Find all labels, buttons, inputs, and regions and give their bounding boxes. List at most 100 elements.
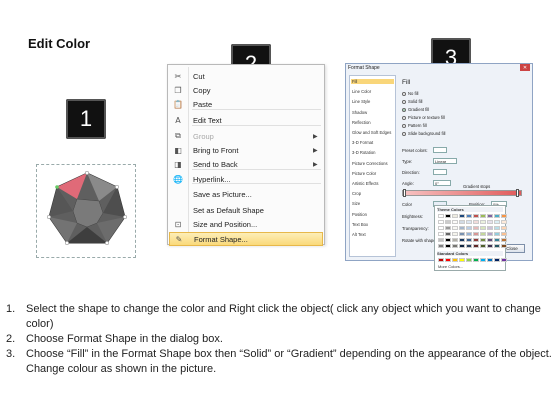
color-swatch[interactable] [445, 226, 451, 230]
category-3-d-format[interactable]: 3-D Format [352, 140, 373, 145]
close-icon[interactable]: ✕ [520, 64, 530, 71]
color-swatch[interactable] [452, 226, 458, 230]
color-swatch[interactable] [459, 244, 465, 248]
color-swatch[interactable] [466, 258, 472, 262]
color-swatch[interactable] [438, 226, 444, 230]
color-swatch[interactable] [459, 232, 465, 236]
color-swatch[interactable] [445, 244, 451, 248]
radio-no-fill[interactable]: No fill [402, 91, 418, 96]
category-reflection[interactable]: Reflection [352, 120, 371, 125]
color-swatch[interactable] [445, 258, 451, 262]
color-swatch[interactable] [452, 232, 458, 236]
category-glow-and-soft-edges[interactable]: Glow and Soft Edges [352, 130, 391, 135]
color-swatch[interactable] [480, 232, 486, 236]
type-dropdown[interactable]: Linear [433, 158, 457, 164]
color-swatch[interactable] [466, 244, 472, 248]
gradient-stop-handle[interactable] [516, 189, 519, 197]
color-swatch[interactable] [438, 220, 444, 224]
color-swatch[interactable] [494, 244, 500, 248]
color-swatch[interactable] [480, 238, 486, 242]
radio-solid-fill[interactable]: Solid fill [402, 99, 422, 104]
category-crop[interactable]: Crop [352, 191, 361, 196]
color-swatch[interactable] [452, 214, 458, 218]
color-swatch[interactable] [501, 220, 507, 224]
color-swatch[interactable] [501, 232, 507, 236]
color-swatch[interactable] [438, 214, 444, 218]
color-swatch[interactable] [494, 214, 500, 218]
preset-colors-dropdown[interactable] [433, 147, 447, 153]
color-swatch[interactable] [452, 258, 458, 262]
color-swatch[interactable] [452, 238, 458, 242]
color-swatch[interactable] [494, 220, 500, 224]
color-swatch[interactable] [473, 244, 479, 248]
color-swatch[interactable] [487, 244, 493, 248]
menu-item-format-shape[interactable]: ✎ Format Shape... [169, 232, 323, 246]
menu-item-set-as-default-shape[interactable]: Set as Default Shape [169, 203, 323, 217]
category-picture-corrections[interactable]: Picture Corrections [352, 161, 388, 166]
menu-item-bring-to-front[interactable]: ◧ Bring to Front ▶ [169, 143, 323, 157]
color-swatch[interactable] [466, 238, 472, 242]
color-swatch[interactable] [438, 232, 444, 236]
color-swatch[interactable] [487, 226, 493, 230]
color-swatch[interactable] [452, 220, 458, 224]
color-swatch[interactable] [466, 232, 472, 236]
category-3-d-rotation[interactable]: 3-D Rotation [352, 150, 376, 155]
menu-item-group[interactable]: ⧉ Group ▶ [169, 129, 323, 143]
color-swatch[interactable] [494, 232, 500, 236]
category-picture-color[interactable]: Picture Color [352, 171, 376, 176]
more-colors-link[interactable]: More Colors... [438, 264, 463, 269]
color-swatch[interactable] [445, 232, 451, 236]
color-swatch[interactable] [501, 214, 507, 218]
color-swatch[interactable] [487, 238, 493, 242]
color-swatch[interactable] [501, 238, 507, 242]
color-swatch[interactable] [480, 220, 486, 224]
color-swatch[interactable] [466, 220, 472, 224]
category-size[interactable]: Size [352, 201, 360, 206]
color-swatch[interactable] [480, 214, 486, 218]
menu-item-cut[interactable]: ✂ Cut [169, 69, 323, 83]
color-swatch[interactable] [487, 258, 493, 262]
color-swatch[interactable] [459, 226, 465, 230]
menu-item-copy[interactable]: ❐ Copy [169, 83, 323, 97]
color-swatch[interactable] [473, 214, 479, 218]
menu-item-size-and-position[interactable]: ⊡ Size and Position... [169, 217, 323, 231]
color-swatch[interactable] [473, 258, 479, 262]
color-swatch[interactable] [445, 220, 451, 224]
category-position[interactable]: Position [352, 212, 367, 217]
color-swatch[interactable] [501, 226, 507, 230]
color-swatch[interactable] [452, 244, 458, 248]
color-swatch[interactable] [459, 220, 465, 224]
category-artistic-effects[interactable]: Artistic Effects [352, 181, 378, 186]
color-swatch[interactable] [445, 214, 451, 218]
color-swatch[interactable] [480, 244, 486, 248]
gradient-stops-bar[interactable] [402, 190, 522, 196]
menu-item-save-as-picture[interactable]: Save as Picture... [169, 187, 323, 201]
selected-shape-frame[interactable] [36, 164, 136, 258]
radio-slide-background-fill[interactable]: Slide background fill [402, 131, 445, 136]
color-swatch[interactable] [445, 238, 451, 242]
radio-gradient-fill[interactable]: Gradient fill [402, 107, 429, 112]
angle-input[interactable]: 0° [433, 180, 451, 186]
color-swatch[interactable] [459, 258, 465, 262]
color-swatch[interactable] [473, 238, 479, 242]
color-swatch[interactable] [487, 220, 493, 224]
color-swatch[interactable] [494, 238, 500, 242]
color-swatch[interactable] [501, 244, 507, 248]
color-swatch[interactable] [473, 226, 479, 230]
category-text-box[interactable]: Text Box [352, 222, 368, 227]
color-swatch[interactable] [459, 238, 465, 242]
color-swatch[interactable] [466, 226, 472, 230]
rotate-with-shape-checkbox[interactable]: Rotate with shape [402, 238, 436, 243]
color-swatch[interactable] [494, 226, 500, 230]
radio-picture-or-texture-fill[interactable]: Picture or texture fill [402, 115, 445, 120]
category-alt-text[interactable]: Alt Text [352, 232, 366, 237]
category-line-style[interactable]: Line Style [352, 99, 370, 104]
color-swatch[interactable] [501, 258, 507, 262]
color-swatch[interactable] [466, 214, 472, 218]
color-swatch[interactable] [487, 232, 493, 236]
color-swatch[interactable] [494, 258, 500, 262]
gradient-stop-handle[interactable] [403, 189, 406, 197]
color-swatch[interactable] [480, 226, 486, 230]
color-swatch[interactable] [438, 244, 444, 248]
color-swatch[interactable] [473, 220, 479, 224]
